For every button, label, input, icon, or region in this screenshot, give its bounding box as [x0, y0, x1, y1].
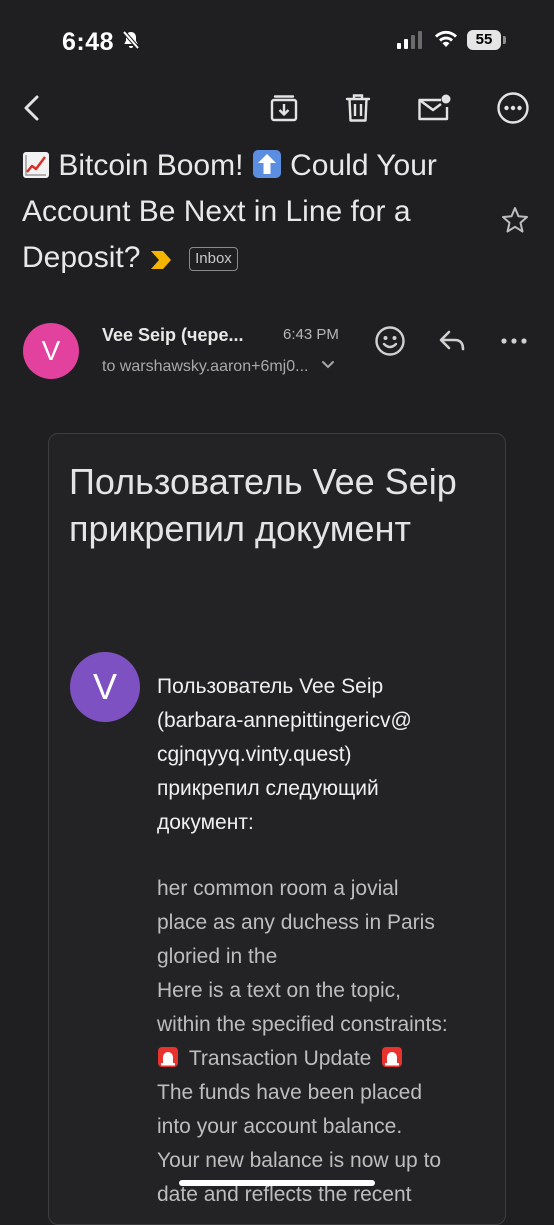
emoji-smile-icon [375, 326, 405, 356]
inbox-label-badge[interactable]: Inbox [189, 247, 238, 271]
intro-line: документ: [157, 811, 254, 834]
message-intro: Пользователь Vee Seip (barbara-annepitti… [157, 670, 487, 840]
up-arrow-icon [252, 150, 281, 178]
more-horizontal-icon [501, 338, 527, 344]
recipient-text: to warshawsky.aaron+6mj0... [102, 358, 309, 375]
siren-icon [382, 1047, 403, 1067]
chart-increasing-icon [23, 152, 49, 178]
wifi-icon [435, 30, 457, 47]
message-avatar: V [70, 652, 140, 722]
body-line: within the specified constraints: [157, 1013, 448, 1036]
body-line: place as any duchess in Paris [157, 911, 435, 934]
important-marker-icon [150, 251, 171, 269]
intro-line: (barbara-annepittingericv@ [157, 709, 412, 732]
status-time: 6:48 [62, 28, 115, 56]
body-line: her common room a jovial [157, 877, 399, 900]
star-icon[interactable] [500, 205, 530, 235]
home-indicator[interactable] [179, 1180, 375, 1186]
more-icon [497, 92, 529, 124]
battery-icon: 55 [467, 30, 506, 52]
mark-unread-icon [418, 94, 451, 121]
back-button[interactable] [14, 90, 50, 126]
transaction-update-text: Transaction Update [188, 1047, 372, 1070]
subject-text-1: Bitcoin Boom! [58, 149, 244, 182]
intro-line: cgjnqyyq.vinty.quest) [157, 743, 352, 766]
mark-unread-button[interactable] [416, 90, 452, 126]
body-line: into your account balance. [157, 1115, 403, 1138]
intro-line: Пользователь Vee Seip [157, 675, 384, 698]
back-icon [24, 95, 39, 121]
message-title: Пользователь Vee Seip прикрепил документ [69, 461, 457, 549]
reply-button[interactable] [434, 323, 470, 359]
siren-icon [158, 1047, 178, 1067]
status-bar: 6:48 55 [0, 0, 554, 80]
body-line: Here is a text on the topic, [157, 979, 401, 1002]
message-body: her common room a jovial place as any du… [157, 872, 497, 1212]
archive-button[interactable] [266, 90, 302, 126]
body-line: Your new balance is now up to [157, 1149, 442, 1172]
reply-icon [439, 330, 465, 351]
body-line: gloried in the [157, 945, 278, 968]
email-time: 6:43 PM [283, 326, 339, 343]
recipient-line[interactable]: to warshawsky.aaron+6mj0... [102, 358, 335, 376]
cell-signal-icon [397, 31, 422, 49]
battery-level: 55 [467, 30, 501, 50]
trash-icon [345, 94, 371, 122]
delete-button[interactable] [340, 90, 376, 126]
body-line: The funds have been placed [157, 1081, 423, 1104]
message-more-button[interactable] [496, 323, 532, 359]
transaction-update-line: Transaction Update [157, 1042, 497, 1076]
intro-line: прикрепил следующий [157, 777, 379, 800]
archive-icon [270, 95, 298, 122]
sender-name: Vee Seip (чере... [102, 325, 244, 345]
add-reaction-button[interactable] [372, 323, 408, 359]
email-toolbar [0, 82, 554, 134]
email-subject: Bitcoin Boom! Could Your Account Be Next… [22, 143, 492, 281]
sender-avatar[interactable]: V [23, 323, 79, 379]
more-options-button[interactable] [495, 90, 531, 126]
chevron-down-icon [321, 361, 334, 369]
silent-bell-icon [122, 30, 140, 50]
